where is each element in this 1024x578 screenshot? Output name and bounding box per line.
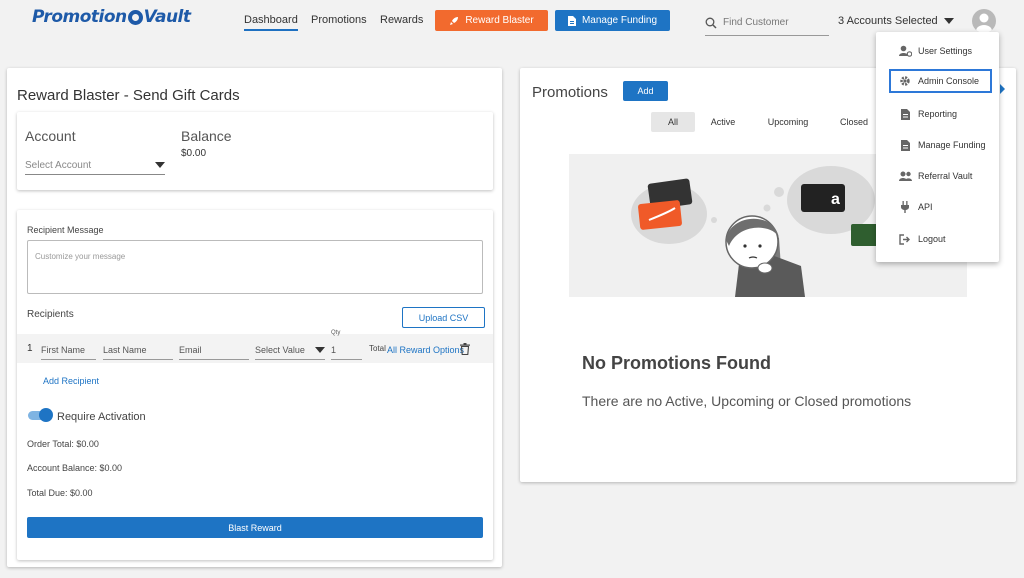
users-icon bbox=[898, 169, 912, 183]
document-icon bbox=[898, 107, 912, 121]
manage-funding-button[interactable]: Manage Funding bbox=[555, 10, 670, 31]
reward-blaster-card: Reward Blaster - Send Gift Cards Account… bbox=[7, 68, 502, 567]
logo-text-vault: Vault bbox=[143, 7, 191, 27]
upload-csv-button[interactable]: Upload CSV bbox=[402, 307, 485, 328]
accounts-selected-label: 3 Accounts Selected bbox=[838, 15, 938, 27]
user-dropdown-menu: User Settings Admin Console Reporting Ma… bbox=[876, 32, 999, 262]
menu-item-label: Referral Vault bbox=[918, 171, 973, 181]
search-icon bbox=[705, 17, 717, 29]
total-due: Total Due: $0.00 bbox=[27, 488, 93, 498]
empty-state-subtitle: There are no Active, Upcoming or Closed … bbox=[582, 393, 912, 409]
account-balance: Account Balance: $0.00 bbox=[27, 463, 123, 473]
select-value-label: Select Value bbox=[255, 345, 305, 355]
recipient-row-number: 1 bbox=[27, 343, 33, 354]
chevron-down-icon bbox=[315, 347, 325, 353]
menu-item-user-settings[interactable]: User Settings bbox=[876, 39, 999, 63]
recipients-label: Recipients bbox=[27, 309, 74, 320]
trash-icon[interactable] bbox=[460, 343, 470, 355]
require-activation-toggle[interactable] bbox=[28, 408, 53, 422]
logout-icon bbox=[898, 232, 912, 246]
balance-label: Balance bbox=[181, 128, 232, 144]
menu-item-reporting[interactable]: Reporting bbox=[876, 102, 999, 126]
svg-text:a: a bbox=[831, 191, 840, 208]
require-activation-label: Require Activation bbox=[57, 411, 146, 423]
manage-funding-label: Manage Funding bbox=[581, 15, 658, 26]
menu-item-label: Logout bbox=[918, 234, 946, 244]
plug-icon bbox=[898, 200, 912, 214]
row-total-label: Total bbox=[369, 344, 386, 353]
message-placeholder: Customize your message bbox=[35, 252, 126, 261]
gear-icon bbox=[898, 74, 912, 88]
document-icon bbox=[567, 15, 576, 26]
add-promotion-button[interactable]: Add bbox=[623, 81, 668, 101]
last-name-field[interactable]: Last Name bbox=[103, 341, 173, 360]
menu-item-label: API bbox=[918, 202, 933, 212]
tab-upcoming[interactable]: Upcoming bbox=[760, 112, 816, 132]
user-avatar-icon bbox=[976, 13, 992, 33]
top-header: Promotion Vault Dashboard Promotions Rew… bbox=[0, 0, 1024, 46]
tab-closed[interactable]: Closed bbox=[832, 112, 876, 132]
qty-field[interactable]: 1 bbox=[331, 341, 362, 360]
account-label: Account bbox=[25, 128, 76, 144]
recipient-message-textarea[interactable]: Customize your message bbox=[27, 240, 483, 294]
order-total: Order Total: $0.00 bbox=[27, 439, 99, 449]
balance-value: $0.00 bbox=[181, 148, 207, 159]
nav-promotions[interactable]: Promotions bbox=[311, 14, 367, 26]
menu-item-api[interactable]: API bbox=[876, 195, 999, 219]
document-icon bbox=[898, 138, 912, 152]
select-value-dropdown[interactable]: Select Value bbox=[255, 341, 325, 360]
all-reward-options-link[interactable]: All Reward Options bbox=[387, 345, 464, 355]
find-customer-search[interactable]: Find Customer bbox=[705, 10, 829, 36]
chevron-down-icon bbox=[943, 18, 954, 24]
nav-rewards[interactable]: Rewards bbox=[380, 14, 423, 26]
email-field[interactable]: Email bbox=[179, 341, 249, 360]
menu-item-label: Reporting bbox=[918, 109, 958, 119]
menu-item-label: Admin Console bbox=[918, 76, 980, 86]
blast-reward-button[interactable]: Blast Reward bbox=[27, 517, 483, 538]
account-card: Account Select Account Balance $0.00 bbox=[17, 112, 493, 190]
recipients-card: Recipient Message Customize your message… bbox=[17, 210, 493, 560]
nav-dashboard[interactable]: Dashboard bbox=[244, 14, 298, 31]
chevron-right-icon[interactable] bbox=[1000, 84, 1005, 94]
menu-item-label: Manage Funding bbox=[918, 140, 986, 150]
tab-all[interactable]: All bbox=[651, 112, 695, 132]
vault-dial-icon bbox=[127, 9, 143, 25]
search-placeholder: Find Customer bbox=[723, 17, 789, 28]
reward-blaster-label: Reward Blaster bbox=[465, 15, 534, 26]
rocket-icon bbox=[450, 16, 459, 25]
chevron-down-icon bbox=[155, 162, 165, 168]
recipient-message-label: Recipient Message bbox=[27, 225, 104, 235]
menu-item-label: User Settings bbox=[918, 46, 973, 56]
logo-text-promotion: Promotion bbox=[32, 7, 127, 27]
menu-item-logout[interactable]: Logout bbox=[876, 227, 999, 251]
add-recipient-link[interactable]: Add Recipient bbox=[43, 376, 99, 386]
reward-blaster-button[interactable]: Reward Blaster bbox=[435, 10, 548, 31]
account-select[interactable]: Select Account bbox=[25, 156, 165, 175]
reward-blaster-title: Reward Blaster - Send Gift Cards bbox=[17, 87, 240, 104]
qty-label: Qty bbox=[331, 330, 341, 336]
user-gear-icon bbox=[898, 44, 912, 58]
account-select-placeholder: Select Account bbox=[25, 159, 92, 171]
tab-active[interactable]: Active bbox=[702, 112, 744, 132]
accounts-selector[interactable]: 3 Accounts Selected bbox=[838, 15, 954, 27]
empty-state-title: No Promotions Found bbox=[582, 353, 771, 373]
menu-item-referral-vault[interactable]: Referral Vault bbox=[876, 164, 999, 188]
promotion-vault-logo[interactable]: Promotion Vault bbox=[32, 7, 191, 27]
user-avatar[interactable] bbox=[972, 9, 996, 33]
menu-item-admin-console[interactable]: Admin Console bbox=[889, 69, 992, 93]
first-name-field[interactable]: First Name bbox=[41, 341, 96, 360]
promotions-title: Promotions bbox=[532, 84, 608, 101]
menu-item-manage-funding[interactable]: Manage Funding bbox=[876, 133, 999, 157]
